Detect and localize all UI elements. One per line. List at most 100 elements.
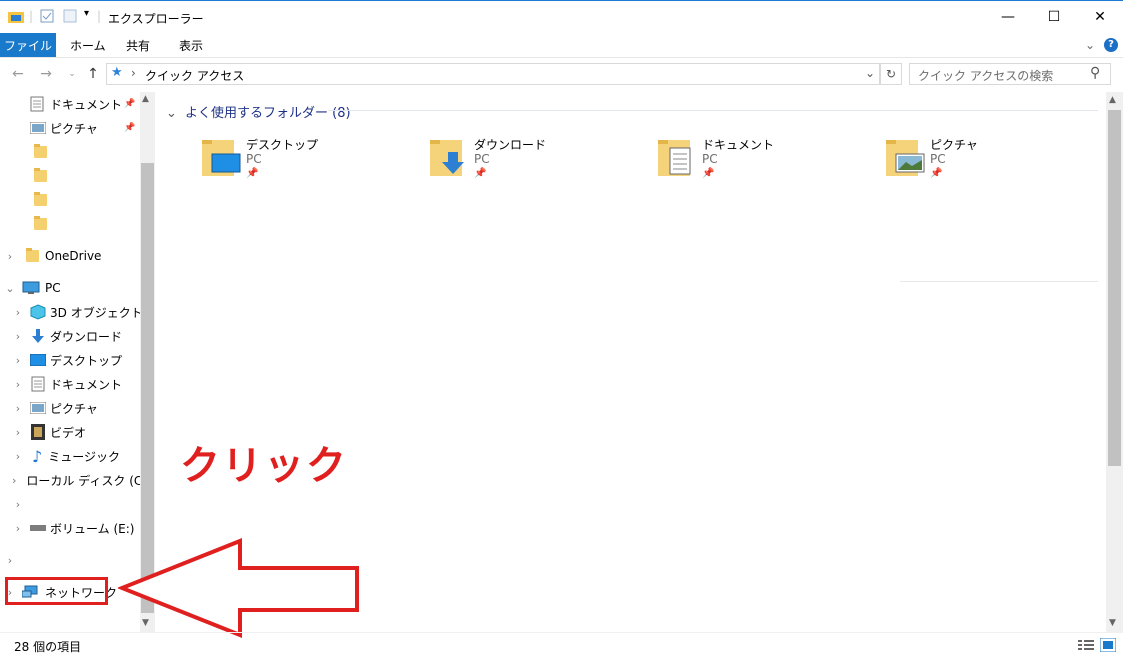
sidebar-item-pc[interactable]: ⌄ PC bbox=[4, 276, 60, 300]
chevron-down-icon[interactable]: ⌄ bbox=[4, 282, 16, 295]
sidebar-item-documents[interactable]: › ドキュメント bbox=[12, 372, 122, 396]
tab-home[interactable]: ホーム bbox=[70, 33, 106, 57]
new-folder-icon[interactable] bbox=[63, 9, 77, 23]
sidebar-item-downloads[interactable]: › ダウンロード bbox=[12, 324, 122, 348]
folder-icon bbox=[34, 216, 47, 230]
sidebar-item-documents-pinned[interactable]: ドキュメント 📌 bbox=[30, 92, 140, 116]
desktop-folder-icon bbox=[202, 140, 241, 176]
sidebar-item-unnamed-drive[interactable]: › bbox=[12, 492, 24, 516]
sidebar-item-label: ビデオ bbox=[50, 425, 87, 440]
sidebar-item-label: ピクチャ bbox=[50, 401, 98, 416]
sidebar-item-collapsed[interactable]: › bbox=[4, 548, 16, 572]
recent-locations-icon[interactable]: ⌄ bbox=[62, 64, 82, 84]
annotation-highlight-box bbox=[5, 577, 108, 605]
ribbon-expand-icon[interactable]: ⌄ bbox=[1085, 33, 1095, 57]
folder-location: PC bbox=[930, 152, 946, 166]
folder-location: PC bbox=[702, 152, 718, 166]
chevron-right-icon[interactable]: › bbox=[12, 378, 24, 391]
chevron-right-icon[interactable]: › bbox=[12, 354, 24, 367]
properties-icon[interactable] bbox=[40, 9, 54, 23]
chevron-right-icon[interactable]: › bbox=[4, 250, 16, 263]
pin-icon: 📌 bbox=[474, 168, 487, 179]
chevron-right-icon[interactable]: › bbox=[4, 554, 16, 567]
sidebar-item-onedrive[interactable]: › OneDrive bbox=[4, 244, 101, 268]
sidebar-item-videos[interactable]: › ビデオ bbox=[12, 420, 86, 444]
tab-file[interactable]: ファイル bbox=[0, 33, 56, 57]
search-input[interactable]: クイック アクセスの検索 ⚲ bbox=[909, 63, 1111, 85]
close-button[interactable]: ✕ bbox=[1077, 1, 1123, 33]
breadcrumb-quick-access[interactable]: クイック アクセス bbox=[145, 67, 244, 84]
chevron-right-icon[interactable]: › bbox=[12, 330, 24, 343]
folder-location: PC bbox=[246, 152, 262, 166]
folder-icon bbox=[34, 168, 47, 182]
sidebar-item-local-disk[interactable]: › ローカル ディスク (C bbox=[12, 468, 140, 492]
folder-name: ダウンロード bbox=[474, 138, 547, 152]
address-dropdown-icon[interactable]: ⌄ bbox=[865, 66, 875, 80]
sidebar-item-pictures[interactable]: › ピクチャ bbox=[12, 396, 98, 420]
annotation-left-arrow bbox=[118, 538, 359, 638]
folder-tile-desktop[interactable]: デスクトップ PC 📌 bbox=[200, 134, 420, 190]
scroll-up-icon[interactable]: ▲ bbox=[1109, 95, 1116, 105]
large-icons-view-icon[interactable] bbox=[1100, 638, 1116, 652]
3d-objects-icon bbox=[30, 304, 46, 320]
sidebar-item-label: OneDrive bbox=[45, 249, 102, 263]
sidebar-item-folder[interactable] bbox=[34, 140, 47, 164]
download-arrow-icon bbox=[32, 329, 44, 343]
section-header[interactable]: ⌄ よく使用するフォルダー (8) bbox=[166, 102, 351, 121]
scroll-up-icon[interactable]: ▲ bbox=[142, 94, 149, 104]
section-divider bbox=[328, 110, 1098, 111]
breadcrumb-separator: › bbox=[131, 66, 136, 80]
up-arrow-icon[interactable]: ↑ bbox=[83, 64, 103, 84]
forward-arrow-icon[interactable]: → bbox=[36, 64, 56, 84]
minimize-button[interactable]: — bbox=[985, 1, 1031, 33]
tab-view[interactable]: 表示 bbox=[179, 33, 203, 57]
sidebar-item-folder[interactable] bbox=[34, 212, 47, 236]
sidebar-item-label: ローカル ディスク (C bbox=[26, 473, 140, 488]
sidebar-item-volume-e[interactable]: › ボリューム (E:) bbox=[12, 516, 135, 540]
separator: | bbox=[97, 9, 102, 23]
back-arrow-icon[interactable]: ← bbox=[8, 64, 28, 84]
quick-access-star-icon: ★ bbox=[111, 65, 123, 80]
folder-tile-documents[interactable]: ドキュメント PC 📌 bbox=[656, 134, 876, 190]
chevron-right-icon[interactable]: › bbox=[12, 474, 16, 487]
sidebar-item-label: 3D オブジェクト bbox=[50, 305, 143, 320]
sidebar-item-music[interactable]: › ♪ ミュージック bbox=[12, 444, 120, 468]
sidebar-item-label: ドキュメント bbox=[50, 377, 123, 392]
details-view-icon[interactable] bbox=[1078, 639, 1094, 651]
sidebar-item-pictures-pinned[interactable]: ピクチャ 📌 bbox=[30, 116, 140, 140]
chevron-right-icon[interactable]: › bbox=[12, 522, 24, 535]
tab-share[interactable]: 共有 bbox=[126, 33, 150, 57]
help-icon[interactable]: ? bbox=[1104, 38, 1118, 52]
sidebar-item-3d-objects[interactable]: › 3D オブジェクト bbox=[12, 300, 143, 324]
chevron-right-icon[interactable]: › bbox=[12, 450, 24, 463]
ribbon-tabs: ファイル ホーム 共有 表示 ⌄ ? bbox=[0, 33, 1123, 58]
window-title: エクスプローラー bbox=[108, 12, 204, 26]
sidebar-item-folder[interactable] bbox=[34, 164, 47, 188]
folder-tile-pictures[interactable]: ピクチャ PC 📌 bbox=[884, 134, 1104, 190]
sidebar-item-label: デスクトップ bbox=[50, 353, 123, 368]
chevron-right-icon[interactable]: › bbox=[12, 498, 24, 511]
chevron-right-icon[interactable]: › bbox=[12, 402, 24, 415]
customize-qat-icon[interactable]: ▾ bbox=[84, 8, 89, 19]
pin-icon: 📌 bbox=[702, 168, 715, 179]
sidebar-item-desktop[interactable]: › デスクトップ bbox=[12, 348, 122, 372]
music-note-icon: ♪ bbox=[32, 446, 43, 466]
refresh-icon[interactable]: ↻ bbox=[880, 63, 902, 85]
explorer-icon[interactable] bbox=[8, 9, 24, 23]
maximize-button[interactable]: ☐ bbox=[1031, 1, 1077, 33]
chevron-right-icon[interactable]: › bbox=[12, 306, 24, 319]
documents-folder-icon bbox=[658, 140, 691, 176]
pin-icon: 📌 bbox=[124, 123, 136, 133]
video-film-icon bbox=[31, 424, 45, 440]
sidebar-item-folder[interactable] bbox=[34, 188, 47, 212]
chevron-right-icon[interactable]: › bbox=[12, 426, 24, 439]
pin-icon: 📌 bbox=[246, 168, 259, 179]
address-bar[interactable]: ★ › クイック アクセス ⌄ bbox=[106, 63, 880, 85]
folder-name: ドキュメント bbox=[702, 138, 775, 152]
chevron-down-icon[interactable]: ⌄ bbox=[166, 106, 177, 121]
scroll-down-icon[interactable]: ▼ bbox=[1109, 618, 1116, 628]
sidebar-item-label: ピクチャ bbox=[50, 121, 98, 136]
content-scrollbar-thumb[interactable] bbox=[1108, 110, 1121, 466]
folder-tile-downloads[interactable]: ダウンロード PC 📌 bbox=[428, 134, 648, 190]
search-icon[interactable]: ⚲ bbox=[1090, 65, 1100, 81]
